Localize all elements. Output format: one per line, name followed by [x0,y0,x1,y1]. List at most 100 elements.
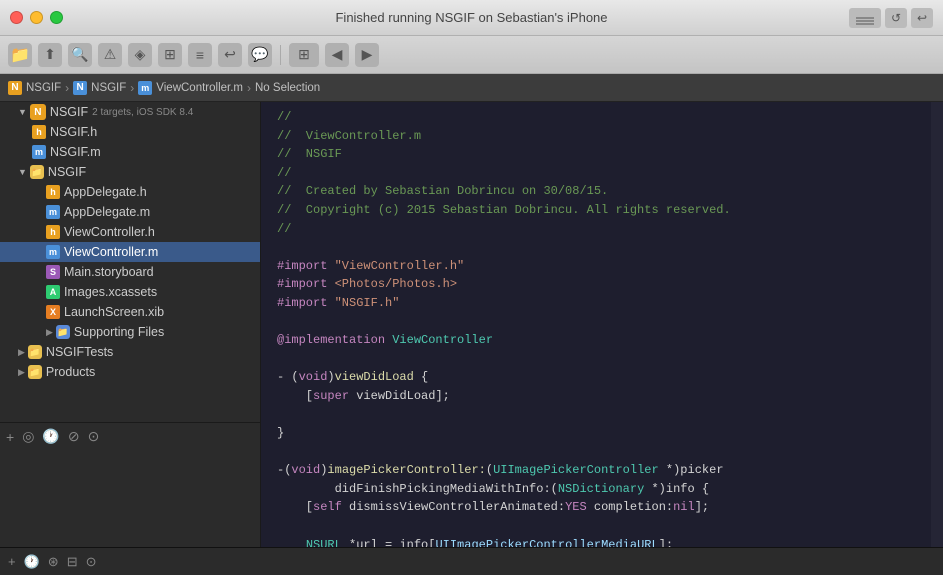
sidebar-item-appdelegate-m[interactable]: m AppDelegate.m [0,202,260,222]
sidebar-label-main-storyboard: Main.storyboard [64,265,154,279]
sidebar-item-main-storyboard[interactable]: S Main.storyboard [0,262,260,282]
sidebar-label-nsgif-h: NSGIF.h [50,125,97,139]
expand-triangle: ▼ [18,107,27,117]
project-label: NSGIF [50,105,88,119]
sidebar-item-viewcontroller-h[interactable]: h ViewController.h [0,222,260,242]
code-line-1: // [261,108,931,127]
titlebar-right-controls: ↺ ↩ [849,8,933,28]
expand-triangle-tests: ▶ [18,347,25,358]
code-line-2: // ViewController.m [261,127,931,146]
sidebar-item-images-xcassets[interactable]: A Images.xcassets [0,282,260,302]
bottom-add-button[interactable]: + [8,554,16,569]
sidebar-label-products: Products [46,365,95,379]
code-line-12 [261,313,931,332]
toolbar-search[interactable]: 🔍 [68,43,92,67]
code-line-23 [261,517,931,536]
code-line-16: [super viewDidLoad]; [261,387,931,406]
code-line-7: // [261,220,931,239]
code-line-18: } [261,424,931,443]
expand-triangle-nsgif: ▼ [18,167,27,177]
sidebar-label-images-xcassets: Images.xcassets [64,285,157,299]
nsgif-folder-icon: N [73,81,87,95]
breadcrumb-viewcontroller[interactable]: m ViewController.m [138,81,243,95]
code-line-14 [261,350,931,369]
toolbar-breakpoint[interactable]: ◈ [128,43,152,67]
code-line-21: didFinishPickingMediaWithInfo:(NSDiction… [261,480,931,499]
sidebar-item-nsgif-h[interactable]: h NSGIF.h [0,122,260,142]
toolbar-next[interactable]: ▶ [355,43,379,67]
sidebar-clock-button[interactable]: 🕐 [42,428,59,445]
maximize-button[interactable] [50,11,63,24]
bottom-remove-button[interactable]: ⊟ [67,554,78,570]
sidebar-info-button[interactable]: ⊙ [88,428,100,445]
project-subtitle: 2 targets, iOS SDK 8.4 [92,107,193,118]
breadcrumb-bar: N NSGIF › N NSGIF › m ViewController.m ›… [0,74,943,102]
breadcrumb-nsgif-folder[interactable]: N NSGIF [73,81,126,95]
bottom-circle-button[interactable]: ⊙ [86,554,97,570]
code-line-15: - (void)viewDidLoad { [261,368,931,387]
sidebar-label-viewcontroller-m: ViewController.m [64,245,158,259]
sidebar-item-products[interactable]: ▶ 📁 Products [0,362,260,382]
code-line-13: @implementation ViewController [261,331,931,350]
h-icon-appdelegate: h [46,185,60,199]
sidebar-label-nsigiftests: NSGIFTests [46,345,113,359]
sidebar-item-nsgif-m[interactable]: m NSGIF.m [0,142,260,162]
sidebar-label-nsgif-m: NSGIF.m [50,145,101,159]
sidebar-item-launchscreen-xib[interactable]: X LaunchScreen.xib [0,302,260,322]
sidebar-item-nsgif-group[interactable]: ▼ 📁 NSGIF [0,162,260,182]
sidebar-item-supporting-files[interactable]: ▶ 📁 Supporting Files [0,322,260,342]
code-line-8 [261,238,931,257]
toolbar: 📁 ⬆ 🔍 ⚠ ◈ ⊞ ≡ ↩ 💬 ⊞ ◀ ▶ [0,36,943,74]
toolbar-comment[interactable]: 💬 [248,43,272,67]
sidebar-filter-button[interactable]: ◎ [22,428,34,445]
toolbar-layout[interactable]: ⊞ [158,43,182,67]
titlebar: Finished running NSGIF on Sebastian's iP… [0,0,943,36]
toolbar-prev[interactable]: ◀ [325,43,349,67]
close-button[interactable] [10,11,23,24]
toolbar-git[interactable]: ⬆ [38,43,62,67]
breadcrumb-sep-2: › [130,81,134,95]
breadcrumb-selection-label: No Selection [255,82,320,94]
m-icon-vc: m [46,245,60,259]
bottom-clock-button[interactable]: 🕐 [24,554,40,570]
toolbar-warning[interactable]: ⚠ [98,43,122,67]
sidebar-label-appdelegate-h: AppDelegate.h [64,185,147,199]
viewcontroller-icon: m [138,81,152,95]
h-icon: h [32,125,46,139]
bottom-filter-button[interactable]: ⊛ [48,554,59,570]
code-line-17 [261,406,931,425]
bottom-bar: + 🕐 ⊛ ⊟ ⊙ [0,547,943,575]
toolbar-new-file[interactable]: 📁 [8,43,32,67]
code-line-19 [261,443,931,462]
sidebar-label-supporting-files: Supporting Files [74,325,164,339]
toolbar-list[interactable]: ≡ [188,43,212,67]
breadcrumb-sep-3: › [247,81,251,95]
sidebar-item-project-root[interactable]: ▼ N NSGIF 2 targets, iOS SDK 8.4 [0,102,260,122]
breadcrumb-sep-1: › [65,81,69,95]
editor-gutter [931,102,943,547]
nsgif-project-icon: N [8,81,22,95]
breadcrumb-no-selection[interactable]: No Selection [255,82,320,94]
project-icon: N [30,104,46,120]
breadcrumb-nsgif-project[interactable]: N NSGIF [8,81,61,95]
window-title: Finished running NSGIF on Sebastian's iP… [335,10,607,25]
code-editor[interactable]: // // ViewController.m // NSGIF // // Cr… [261,102,931,547]
sidebar-item-viewcontroller-m[interactable]: m ViewController.m [0,242,260,262]
sidebar-item-nsigiftests[interactable]: ▶ 📁 NSGIFTests [0,342,260,362]
toolbar-view-grid[interactable]: ⊞ [289,43,319,67]
toolbar-undo[interactable]: ↩ [218,43,242,67]
window-controls[interactable] [10,11,63,24]
sidebar-item-appdelegate-h[interactable]: h AppDelegate.h [0,182,260,202]
minimize-button[interactable] [30,11,43,24]
m-icon-appdelegate: m [46,205,60,219]
sidebar-warning-button[interactable]: ⊘ [68,428,80,445]
code-line-6: // Copyright (c) 2015 Sebastian Dobrincu… [261,201,931,220]
breadcrumb-folder-label: NSGIF [91,82,126,94]
folder-icon-products: 📁 [28,365,42,379]
h-icon-vc: h [46,225,60,239]
expand-triangle-products: ▶ [18,367,25,378]
xib-icon: X [46,305,60,319]
sidebar-add-button[interactable]: + [6,429,14,445]
code-line-22: [self dismissViewControllerAnimated:YES … [261,498,931,517]
code-line-20: -(void)imagePickerController:(UIImagePic… [261,461,931,480]
